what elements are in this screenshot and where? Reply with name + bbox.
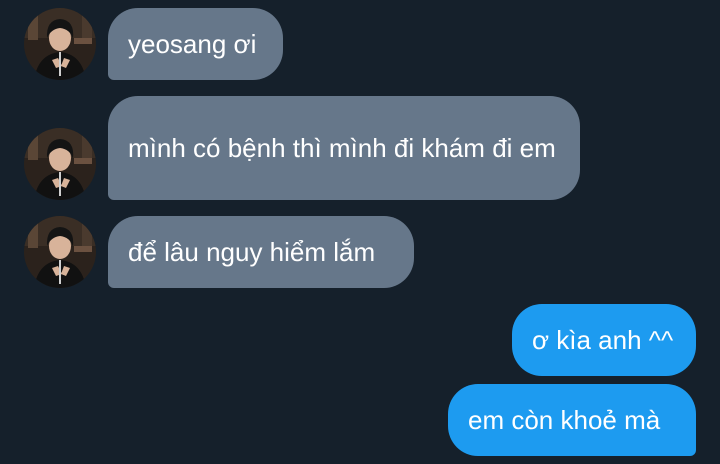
avatar[interactable]	[24, 128, 96, 200]
message-text: mình có bệnh thì mình đi khám đi em	[128, 132, 556, 163]
message-text: để lâu nguy hiểm lắm	[128, 236, 376, 267]
message-text: yeosang ơi	[128, 28, 257, 59]
message-bubble-outgoing[interactable]: em còn khoẻ mà	[448, 384, 696, 456]
message-bubble-incoming[interactable]: yeosang ơi	[108, 8, 283, 80]
user-photo-icon	[24, 128, 96, 200]
message-text: em còn khoẻ mà	[468, 404, 661, 435]
message-bubble-outgoing[interactable]: ơ kìa anh ^^	[512, 304, 696, 376]
user-photo-icon	[24, 8, 96, 80]
message-text: ơ kìa anh ^^	[532, 324, 674, 355]
message-bubble-incoming[interactable]: mình có bệnh thì mình đi khám đi em	[108, 96, 580, 200]
user-photo-icon	[24, 216, 96, 288]
avatar[interactable]	[24, 216, 96, 288]
message-bubble-incoming[interactable]: để lâu nguy hiểm lắm	[108, 216, 414, 288]
avatar[interactable]	[24, 8, 96, 80]
